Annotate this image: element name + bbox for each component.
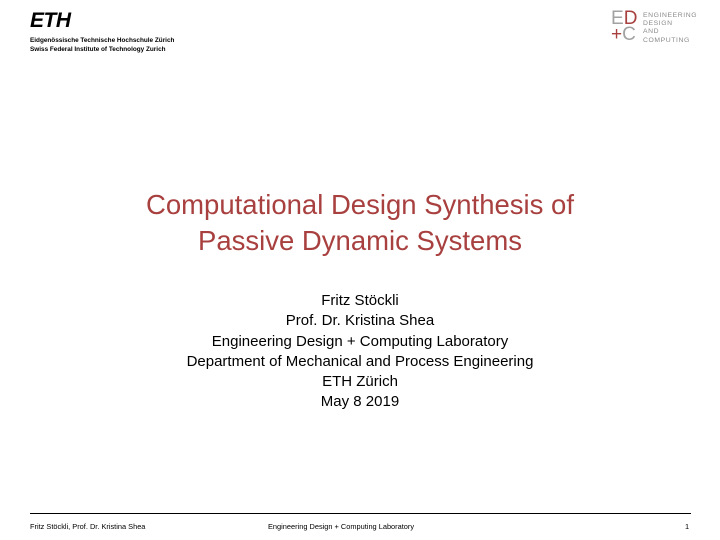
edc-monogram: ED +C	[611, 9, 637, 45]
title-line-2: Passive Dynamic Systems	[198, 225, 522, 256]
institution-name-german: Eidgenössische Technische Hochschule Zür…	[30, 37, 175, 44]
footer-lab: Engineering Design + Computing Laborator…	[268, 522, 415, 531]
edc-lab-logo: ED +C ENGINEERING DESIGN AND COMPUTING	[611, 9, 701, 47]
eth-logo: ETH Eidgenössische Technische Hochschule…	[30, 9, 175, 54]
edc-word: DESIGN	[643, 20, 673, 28]
title-line-1: Computational Design Synthesis of	[145, 189, 574, 220]
edc-plus: +	[611, 24, 623, 45]
edc-word: AND	[643, 28, 660, 36]
edc-wordmark: ENGINEERING DESIGN AND COMPUTING	[643, 12, 697, 45]
author-block: Fritz Stöckli Prof. Dr. Kristina Shea En…	[0, 291, 720, 413]
footer-authors: Fritz Stöckli, Prof. Dr. Kristina Shea	[30, 522, 146, 531]
edc-word: COMPUTING	[643, 36, 690, 44]
presenter-name: Fritz Stöckli	[321, 292, 399, 309]
footer-divider	[30, 513, 691, 514]
slide-title: Computational Design Synthesis of Passiv…	[0, 187, 720, 259]
professor-name: Prof. Dr. Kristina Shea	[285, 312, 435, 330]
presentation-date: May 8 2019	[320, 393, 400, 411]
department-name: Department of Mechanical and Process Eng…	[186, 352, 534, 370]
slide: ETH Eidgenössische Technische Hochschule…	[0, 0, 720, 540]
university-name: ETH Zürich	[322, 373, 398, 391]
laboratory-name: Engineering Design + Computing Laborator…	[211, 332, 509, 350]
edc-letter-c: C	[622, 24, 636, 45]
eth-wordmark: ETH	[30, 9, 71, 32]
institution-name-english: Swiss Federal Institute of Technology Zu…	[30, 46, 166, 53]
edc-word: ENGINEERING	[643, 12, 698, 19]
page-number: 1	[685, 522, 690, 531]
